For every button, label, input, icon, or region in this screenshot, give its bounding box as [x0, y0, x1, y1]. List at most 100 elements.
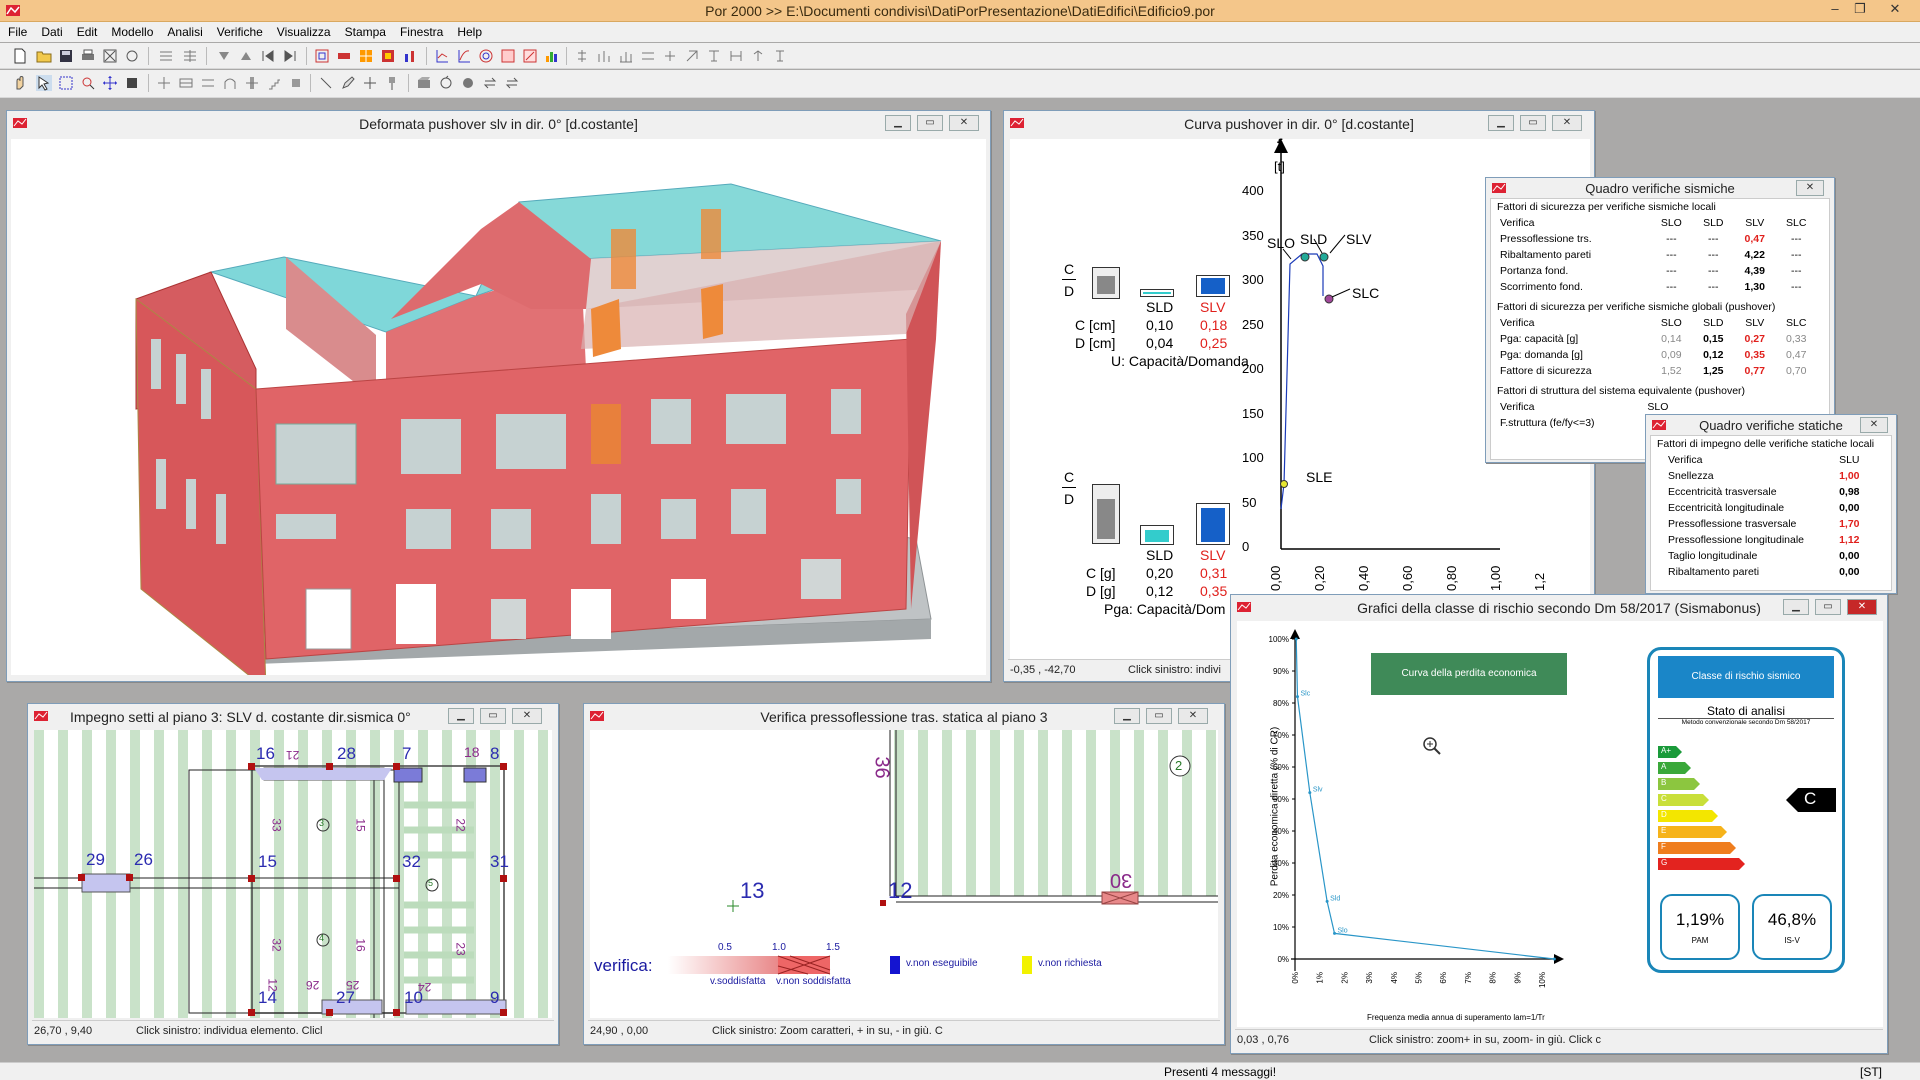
quadro-sismiche-titlebar[interactable]: Quadro verifiche sismiche ✕ — [1486, 178, 1834, 198]
pan-icon[interactable] — [102, 75, 118, 91]
curve-icon[interactable] — [456, 48, 472, 64]
section-icon-h[interactable] — [728, 48, 744, 64]
swap-icon[interactable] — [482, 75, 498, 91]
close-button[interactable]: ✕ — [1880, 2, 1910, 18]
messages-status[interactable]: Presenti 4 messaggi! — [1164, 1065, 1276, 1079]
window-minimize-button[interactable]: ▁ — [448, 708, 474, 724]
section-icon-a[interactable] — [574, 48, 590, 64]
section-icon-j[interactable] — [772, 48, 788, 64]
window-maximize-button[interactable]: ▭ — [917, 115, 943, 131]
stop-icon[interactable] — [124, 75, 140, 91]
section-icon-f[interactable] — [684, 48, 700, 64]
view-icon[interactable] — [460, 75, 476, 91]
first-floor-icon[interactable] — [260, 48, 276, 64]
save-icon[interactable] — [58, 48, 74, 64]
window-close-button[interactable]: ✕ — [512, 708, 542, 724]
wall-icon[interactable] — [336, 48, 352, 64]
window-curva-titlebar[interactable]: Curva pushover in dir. 0° [d.costante] ▁… — [1004, 111, 1594, 135]
floor-down-icon[interactable] — [216, 48, 232, 64]
menu-modello[interactable]: Modello — [103, 22, 159, 39]
window-close-button[interactable]: ✕ — [1847, 599, 1877, 615]
window-verifica-titlebar[interactable]: Verifica pressoflessione tras. statica a… — [584, 704, 1224, 728]
menu-stampa[interactable]: Stampa — [337, 22, 392, 39]
rotate-icon[interactable] — [438, 75, 454, 91]
render-icon[interactable] — [416, 75, 432, 91]
move-icon[interactable] — [362, 75, 378, 91]
window-maximize-button[interactable]: ▭ — [1520, 115, 1546, 131]
menu-edit[interactable]: Edit — [69, 22, 104, 39]
section-icon-i[interactable] — [750, 48, 766, 64]
tool-icon-b[interactable] — [124, 48, 140, 64]
select-icon[interactable] — [36, 75, 52, 91]
last-floor-icon[interactable] — [282, 48, 298, 64]
curve-perdita-button[interactable]: Curva della perdita economica — [1371, 653, 1567, 695]
plan-icon[interactable] — [314, 48, 330, 64]
grid-icon-a[interactable] — [158, 48, 174, 64]
swap-icon-b[interactable] — [504, 75, 520, 91]
target-icon[interactable] — [478, 48, 494, 64]
window-minimize-button[interactable]: ▁ — [1114, 708, 1140, 724]
axes-icon[interactable] — [434, 48, 450, 64]
node-icon[interactable] — [156, 75, 172, 91]
floor-up-icon[interactable] — [238, 48, 254, 64]
stair-icon[interactable] — [266, 75, 282, 91]
window-grafici-rischio: Grafici della classe di rischio secondo … — [1230, 594, 1888, 1054]
new-file-icon[interactable] — [12, 48, 28, 64]
restore-button[interactable]: ❐ — [1850, 2, 1870, 18]
minimize-button[interactable]: – — [1825, 2, 1845, 18]
section-icon-b[interactable] — [596, 48, 612, 64]
window-close-button[interactable]: ✕ — [949, 115, 979, 131]
window-minimize-button[interactable]: ▁ — [885, 115, 911, 131]
window-minimize-button[interactable]: ▁ — [1783, 599, 1809, 615]
load-icon[interactable] — [380, 48, 396, 64]
table-row: Snellezza 1,00 — [1665, 468, 1865, 484]
bars-icon[interactable] — [402, 48, 418, 64]
pencil-icon[interactable] — [340, 75, 356, 91]
menu-help[interactable]: Help — [449, 22, 488, 39]
window-grafici-titlebar[interactable]: Grafici della classe di rischio secondo … — [1231, 595, 1887, 619]
menu-visualizza[interactable]: Visualizza — [269, 22, 337, 39]
print-icon[interactable] — [80, 48, 96, 64]
line-icon[interactable] — [318, 75, 334, 91]
grafici-canvas[interactable]: 100% 90% 80% 70% 60% 50% 40% 30% 20% 10% 0% 0% 1% 2% 3… — [1237, 621, 1883, 1027]
window-impegno-titlebar[interactable]: Impegno setti al piano 3: SLV d. costant… — [28, 704, 558, 728]
arch-icon[interactable] — [222, 75, 238, 91]
mesh-icon[interactable] — [358, 48, 374, 64]
window-maximize-button[interactable]: ▭ — [480, 708, 506, 724]
element-icon[interactable] — [178, 75, 194, 91]
menu-dati[interactable]: Dati — [33, 22, 68, 39]
window-close-button[interactable]: ✕ — [1178, 708, 1208, 724]
building-3d-view[interactable] — [11, 139, 986, 691]
menu-verifiche[interactable]: Verifiche — [209, 22, 269, 39]
tool-icon-a[interactable] — [102, 48, 118, 64]
section-icon-c[interactable] — [618, 48, 634, 64]
section-icon-g[interactable] — [706, 48, 722, 64]
window-maximize-button[interactable]: ▭ — [1815, 599, 1841, 615]
section-icon-e[interactable] — [662, 48, 678, 64]
impegno-plan-canvas[interactable]: 16 28 7 18 8 29 26 15 32 31 14 27 10 9 2… — [34, 730, 552, 1018]
open-folder-icon[interactable] — [36, 48, 52, 64]
window-close-button[interactable]: ✕ — [1552, 115, 1582, 131]
window-close-button[interactable]: ✕ — [1796, 180, 1824, 196]
menu-analisi[interactable]: Analisi — [159, 22, 208, 39]
pin-icon[interactable] — [384, 75, 400, 91]
menu-file[interactable]: File — [0, 22, 33, 39]
window-deformata-titlebar[interactable]: Deformata pushover slv in dir. 0° [d.cos… — [7, 111, 990, 135]
chart-pie-icon[interactable] — [522, 48, 538, 64]
window-maximize-button[interactable]: ▭ — [1146, 708, 1172, 724]
verifica-plan-canvas[interactable]: 36 13 12 30 2 verifica: 0.5 1.0 1.5 v.so… — [590, 730, 1218, 1018]
quadro-statiche-titlebar[interactable]: Quadro verifiche statiche ✕ — [1646, 415, 1896, 435]
grid-icon-b[interactable] — [182, 48, 198, 64]
bar-chart-icon[interactable] — [544, 48, 560, 64]
section-icon-d[interactable] — [640, 48, 656, 64]
menu-finestra[interactable]: Finestra — [392, 22, 449, 39]
column-icon[interactable] — [244, 75, 260, 91]
chart-grid-icon[interactable] — [500, 48, 516, 64]
zoom-icon[interactable] — [80, 75, 96, 91]
beam-icon[interactable] — [200, 75, 216, 91]
window-close-button[interactable]: ✕ — [1860, 417, 1888, 433]
block-icon[interactable] — [288, 75, 304, 91]
window-select-icon[interactable] — [58, 75, 74, 91]
window-minimize-button[interactable]: ▁ — [1488, 115, 1514, 131]
hand-icon[interactable] — [12, 75, 28, 91]
